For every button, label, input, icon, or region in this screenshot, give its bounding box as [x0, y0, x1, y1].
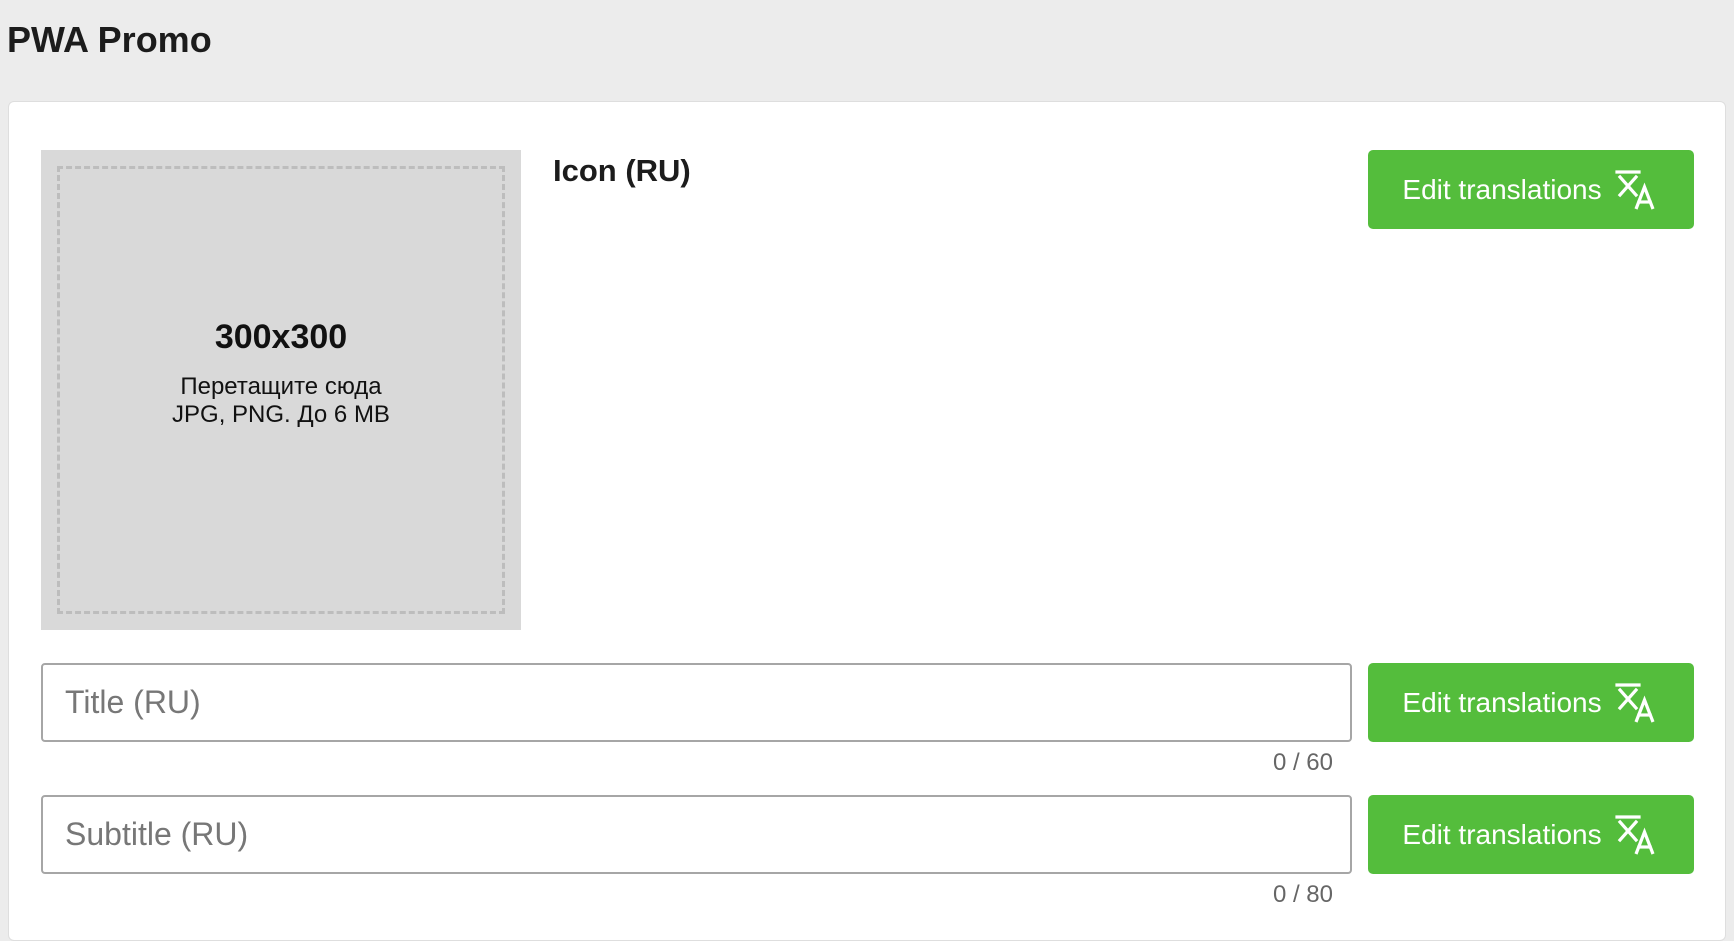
- dropzone-formats: JPG, PNG. До 6 MB: [172, 401, 390, 428]
- edit-translations-label: Edit translations: [1402, 686, 1602, 718]
- subtitle-edit-translations-button[interactable]: Edit translations: [1368, 795, 1694, 874]
- title-input[interactable]: [41, 663, 1352, 742]
- subtitle-input[interactable]: [41, 795, 1352, 874]
- icon-edit-translations-button[interactable]: Edit translations: [1368, 150, 1694, 229]
- translate-icon: [1614, 812, 1660, 858]
- edit-translations-label: Edit translations: [1402, 173, 1602, 205]
- title-edit-translations-button[interactable]: Edit translations: [1368, 663, 1694, 742]
- pwa-promo-card: 300x300 Перетащите сюда JPG, PNG. До 6 M…: [8, 101, 1726, 941]
- dropzone-size-label: 300x300: [214, 318, 348, 356]
- edit-translations-label: Edit translations: [1402, 818, 1602, 850]
- icon-section-label: Icon (RU): [553, 153, 691, 188]
- dropzone-border: 300x300 Перетащите сюда JPG, PNG. До 6 M…: [57, 166, 505, 614]
- translate-icon: [1614, 167, 1660, 213]
- subtitle-char-counter: 0 / 80: [1272, 881, 1333, 908]
- dropzone-hint: Перетащите сюда: [180, 373, 382, 400]
- page-title: PWA Promo: [7, 19, 212, 60]
- icon-dropzone[interactable]: 300x300 Перетащите сюда JPG, PNG. До 6 M…: [41, 150, 521, 630]
- title-char-counter: 0 / 60: [1272, 749, 1333, 776]
- translate-icon: [1614, 680, 1660, 726]
